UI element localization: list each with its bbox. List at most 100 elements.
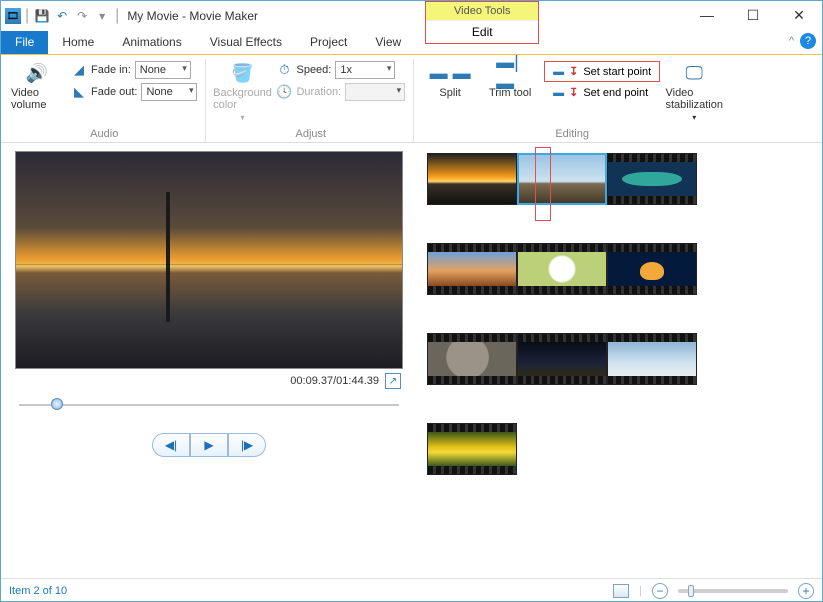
video-volume-button[interactable]: 🔊 Video volume [11,61,63,111]
timeline-row [427,243,798,295]
speed-dropdown[interactable]: 1x [335,61,395,79]
playhead-marker[interactable] [535,147,551,221]
previous-frame-button[interactable]: ◀| [152,433,190,457]
trim-icon: ▬|▬ [496,61,524,85]
play-button[interactable]: ▶ [190,433,228,457]
separator: | [639,585,642,597]
qat-dropdown-icon[interactable]: ▾ [93,7,111,25]
menu-bar: File Home Animations Visual Effects Proj… [1,31,822,55]
duration-label: Duration: [296,86,341,98]
close-button[interactable]: ✕ [776,1,822,29]
separator: | [115,7,119,25]
chevron-down-icon: ▾ [240,113,244,122]
speed-icon: ⏱ [276,62,292,78]
fade-out-label: Fade out: [91,86,137,98]
pin-icon: ↧ [569,86,578,99]
video-stabilization-button[interactable]: 🖵 Video stabilization ▾ [668,61,720,122]
undo-icon[interactable]: ↶ [53,7,71,25]
video-volume-label: Video volume [11,87,63,111]
menu-project[interactable]: Project [296,31,361,54]
menu-home[interactable]: Home [48,31,108,54]
start-marker-icon: ▬ [553,66,564,78]
group-label-editing: Editing [424,125,720,140]
fullscreen-icon[interactable]: ↗ [385,373,401,389]
group-label-audio: Audio [11,125,197,140]
stabilization-label: Video stabilization [665,87,722,111]
fade-in-icon: ◢ [71,62,87,78]
group-adjust: 🪣 Background color ▾ ⏱ Speed: 1x 🕓 Durat… [212,59,414,142]
split-icon: ▬ ▬ [436,61,464,85]
stabilization-icon: 🖵 [680,61,708,85]
clip-thumbnail[interactable] [607,153,697,205]
clip-thumbnail[interactable] [517,333,607,385]
group-editing: ▬ ▬ Split ▬|▬ Trim tool ▬ ↧ Set start po… [420,59,728,142]
app-icon [5,8,21,24]
zoom-thumb[interactable] [688,585,694,597]
title-bar: | 💾 ↶ ↷ ▾ | My Movie - Movie Maker Video… [1,1,822,31]
group-audio: 🔊 Video volume ◢ Fade in: None ◣ Fade ou… [7,59,206,142]
chevron-down-icon: ▾ [692,113,696,122]
clip-thumbnail[interactable] [427,243,517,295]
menu-view[interactable]: View [361,31,415,54]
pin-icon: ↧ [569,65,578,78]
fade-in-dropdown[interactable]: None [135,61,191,79]
clip-thumbnail-selected[interactable] [517,153,607,205]
timeline-row [427,333,798,385]
duration-icon: 🕓 [276,84,292,100]
fade-out-icon: ◣ [71,84,87,100]
preview-image [15,151,403,369]
clip-thumbnail[interactable] [607,243,697,295]
zoom-in-button[interactable]: + [798,583,814,599]
split-button[interactable]: ▬ ▬ Split [424,61,476,99]
separator: | [25,7,29,25]
duration-dropdown [345,83,405,101]
trim-label: Trim tool [489,87,531,99]
redo-icon[interactable]: ↷ [73,7,91,25]
clip-thumbnail[interactable] [607,333,697,385]
preview-seek-slider[interactable] [13,395,405,415]
fade-out-dropdown[interactable]: None [141,83,197,101]
content-area: 00:09.37/01:44.39 ↗ ◀| ▶ |▶ [1,143,822,578]
volume-icon: 🔊 [23,61,51,85]
ribbon: 🔊 Video volume ◢ Fade in: None ◣ Fade ou… [1,55,822,143]
group-label-adjust: Adjust [216,125,405,140]
background-color-button: 🪣 Background color ▾ [216,61,268,122]
background-color-label: Background color [213,87,272,111]
seek-thumb[interactable] [51,398,63,410]
set-start-point-button[interactable]: ▬ ↧ Set start point [544,61,660,82]
status-text: Item 2 of 10 [9,585,67,597]
maximize-button[interactable]: ☐ [730,1,776,29]
split-label: Split [439,87,460,99]
contextual-tab-header: Video Tools [426,2,538,20]
collapse-ribbon-icon[interactable]: ^ [789,35,794,47]
set-end-point-button[interactable]: ▬ ↧ Set end point [544,82,660,103]
set-end-label: Set end point [583,87,648,99]
view-mode-icon[interactable] [613,584,629,598]
next-frame-button[interactable]: |▶ [228,433,266,457]
help-icon[interactable]: ? [800,33,816,49]
menu-file[interactable]: File [1,31,48,54]
end-marker-icon: ▬ [553,87,564,99]
timeline-row [427,153,798,205]
timeline-row [427,423,798,475]
clip-thumbnail[interactable] [517,243,607,295]
menu-animations[interactable]: Animations [108,31,195,54]
window-title: My Movie - Movie Maker [127,9,258,23]
zoom-slider[interactable] [678,589,788,593]
speed-label: Speed: [296,64,331,76]
bucket-icon: 🪣 [228,61,256,85]
clip-thumbnail[interactable] [427,153,517,205]
minimize-button[interactable]: — [684,1,730,29]
clip-thumbnail[interactable] [427,423,517,475]
set-start-label: Set start point [583,66,651,78]
status-bar: Item 2 of 10 | − + [1,578,822,602]
clip-thumbnail[interactable] [427,333,517,385]
trim-tool-button[interactable]: ▬|▬ Trim tool [484,61,536,99]
timeline-pane[interactable] [417,143,822,578]
fade-in-label: Fade in: [91,64,131,76]
menu-visual-effects[interactable]: Visual Effects [196,31,296,54]
preview-pane: 00:09.37/01:44.39 ↗ ◀| ▶ |▶ [1,143,417,578]
zoom-out-button[interactable]: − [652,583,668,599]
time-display: 00:09.37/01:44.39 [290,375,379,387]
save-icon[interactable]: 💾 [33,7,51,25]
